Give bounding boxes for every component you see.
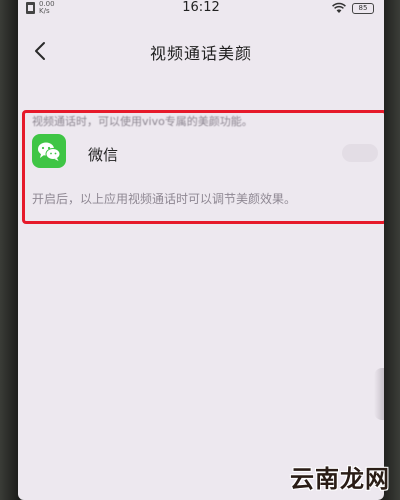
- status-time: 16:12: [182, 0, 220, 15]
- status-bar: 0.00 K/s 16:12 85: [18, 0, 384, 18]
- battery-level: 85: [358, 3, 368, 12]
- battery-icon: 85: [352, 2, 374, 14]
- highlight-annotation-box: [22, 110, 384, 224]
- edge-shadow: [374, 368, 384, 420]
- wifi-icon: [332, 2, 346, 13]
- status-right: 85: [332, 2, 374, 14]
- phone-screen: 0.00 K/s 16:12 85 视频通话美颜 视频通话时，可以使用vivo专…: [18, 0, 384, 500]
- page-title: 视频通话美颜: [149, 44, 252, 63]
- watermark-logo: 云南龙网: [290, 464, 390, 493]
- phone-frame-left: [0, 0, 20, 500]
